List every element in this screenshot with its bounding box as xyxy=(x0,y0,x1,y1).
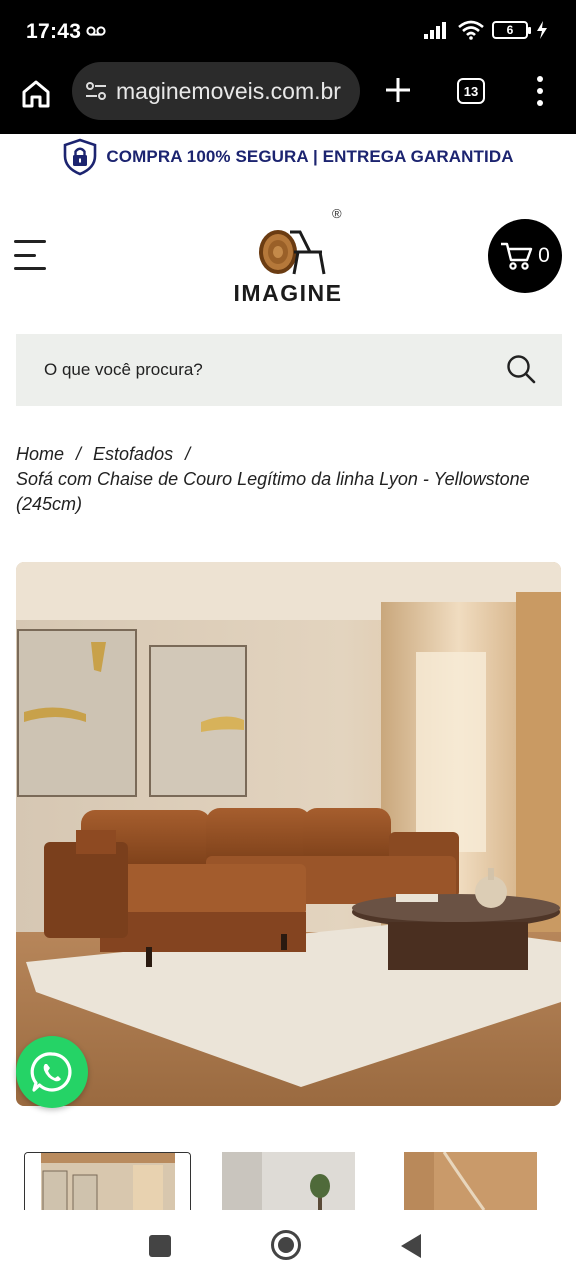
thumbnail-1[interactable] xyxy=(24,1152,191,1210)
breadcrumb-separator: / xyxy=(185,444,191,464)
search-icon[interactable] xyxy=(506,354,536,384)
cart-count: 0 xyxy=(538,244,550,267)
tab-switcher-button[interactable]: 13 xyxy=(457,78,485,104)
wifi-icon xyxy=(458,20,484,40)
site-settings-icon[interactable] xyxy=(84,79,108,103)
breadcrumb-home[interactable]: Home xyxy=(16,444,64,464)
new-tab-icon[interactable] xyxy=(382,74,414,106)
breadcrumb: Home / Estofados / Sofá com Chaise de Couro… xyxy=(16,442,536,517)
product-main-image[interactable] xyxy=(16,562,561,1106)
tab-count: 13 xyxy=(463,83,479,99)
system-nav-bar xyxy=(0,1210,576,1280)
thumbnail-3[interactable] xyxy=(404,1152,537,1210)
menu-hamburger-icon[interactable] xyxy=(14,240,46,270)
recents-button[interactable] xyxy=(149,1235,171,1257)
logo-chair-icon xyxy=(259,230,326,275)
site-logo[interactable]: ® IMAGINE xyxy=(226,206,356,310)
secure-purchase-banner: COMPRA 100% SEGURA | ENTREGA GARANTIDA xyxy=(0,134,576,180)
cart-button[interactable]: 0 xyxy=(488,219,562,293)
address-bar[interactable]: maginemoveis.com.br xyxy=(72,62,360,120)
thumbnail-strip xyxy=(0,1152,576,1210)
whatsapp-button[interactable] xyxy=(16,1036,88,1108)
status-bar: 17:43 6 xyxy=(0,0,576,62)
home-button[interactable] xyxy=(271,1230,301,1260)
logo-wordmark: IMAGINE xyxy=(233,280,343,306)
breadcrumb-current: Sofá com Chaise de Couro Legítimo da lin… xyxy=(16,469,530,514)
charging-icon xyxy=(537,21,547,39)
voicemail-icon xyxy=(86,26,106,36)
shield-lock-icon xyxy=(64,138,97,176)
breadcrumb-category[interactable]: Estofados xyxy=(93,444,173,464)
registered-mark: ® xyxy=(332,206,342,221)
whatsapp-icon xyxy=(30,1052,72,1092)
browser-menu-icon[interactable] xyxy=(532,76,548,106)
banner-text: COMPRA 100% SEGURA | ENTREGA GARANTIDA xyxy=(106,147,514,166)
thumbnail-2[interactable] xyxy=(222,1152,355,1210)
signal-icon xyxy=(424,21,450,39)
browser-toolbar: maginemoveis.com.br 13 xyxy=(0,62,576,134)
battery-level: 6 xyxy=(506,23,514,37)
back-button[interactable] xyxy=(401,1234,421,1258)
url-text: maginemoveis.com.br xyxy=(116,77,341,104)
cart-icon xyxy=(501,242,533,270)
battery-icon: 6 xyxy=(492,21,531,39)
status-time: 17:43 xyxy=(26,20,82,43)
home-icon[interactable] xyxy=(20,78,52,110)
search-bar xyxy=(16,334,562,406)
search-input[interactable] xyxy=(44,360,484,380)
breadcrumb-separator: / xyxy=(76,444,82,464)
